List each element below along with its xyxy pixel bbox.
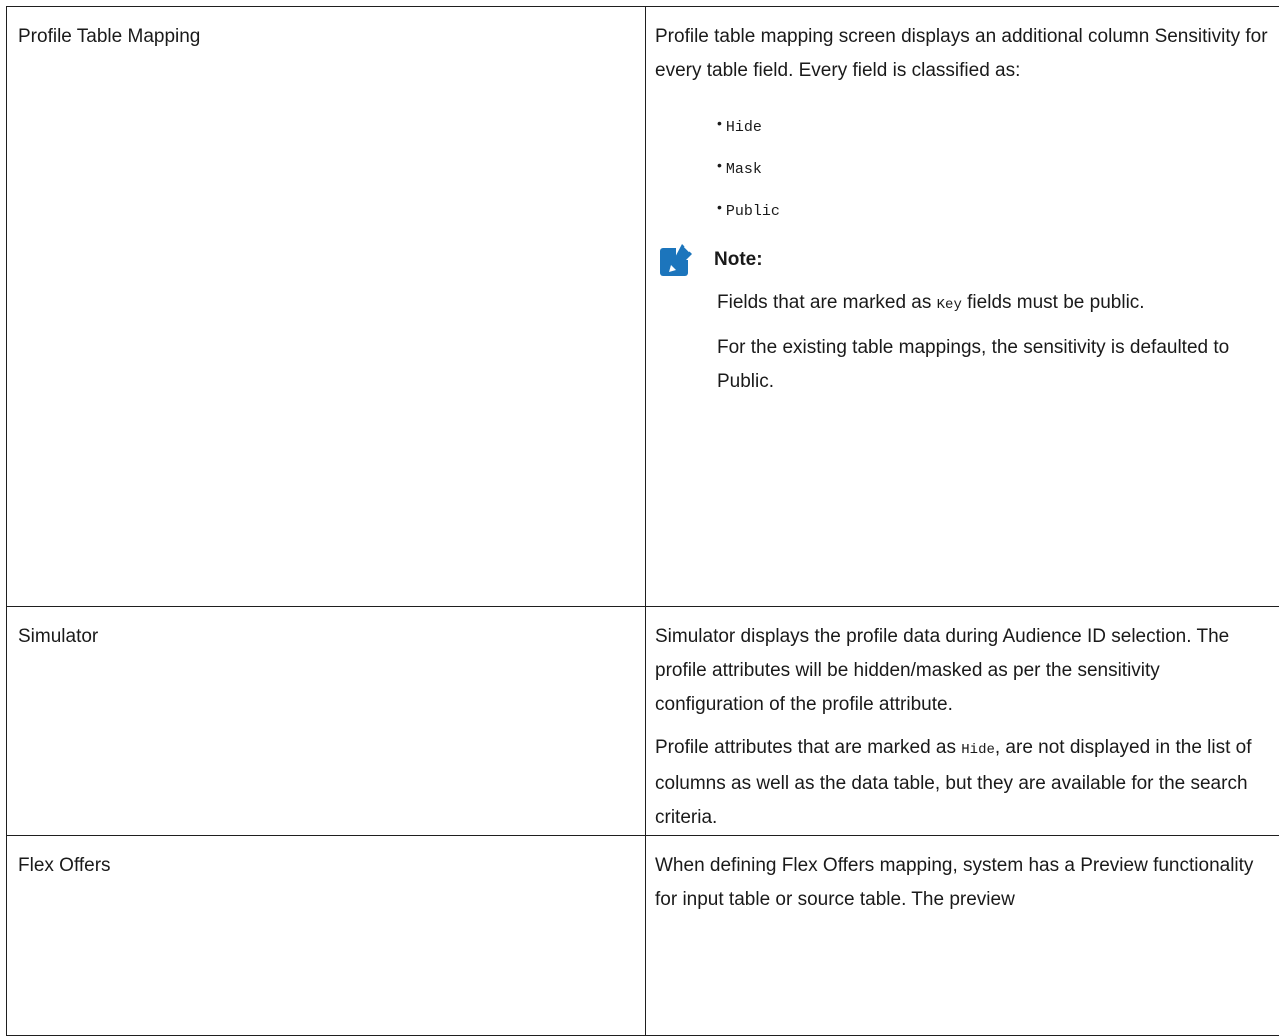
bullet-icon: •	[717, 157, 722, 173]
note-paragraph: For the existing table mappings, the sen…	[717, 331, 1273, 399]
note-callout: Note: Fields that are marked as Key fiel…	[655, 242, 1273, 424]
table-row: Flex Offers When defining Flex Offers ma…	[7, 836, 1279, 1036]
description-paragraph: Profile attributes that are marked as Hi…	[655, 731, 1273, 835]
feature-description-cell: Simulator displays the profile data duri…	[646, 607, 1279, 836]
feature-sensitivity-table: Profile Table Mapping Profile table mapp…	[6, 6, 1279, 1036]
list-item: •Mask	[717, 158, 1273, 180]
feature-name: Flex Offers	[7, 836, 645, 883]
feature-name-cell: Profile Table Mapping	[7, 7, 646, 607]
list-item: •Hide	[717, 116, 1273, 138]
description-paragraph: When defining Flex Offers mapping, syste…	[655, 849, 1273, 917]
inline-code: Hide	[961, 742, 995, 758]
list-item: •Public	[717, 200, 1273, 222]
sensitivity-options-list: •Hide •Mask •Public	[655, 116, 1273, 222]
feature-name-cell: Simulator	[7, 607, 646, 836]
inline-code: Key	[937, 297, 962, 313]
note-title: Note:	[714, 243, 763, 277]
description-paragraph: Simulator displays the profile data duri…	[655, 620, 1273, 722]
table-row: Simulator Simulator displays the profile…	[7, 607, 1279, 836]
feature-name: Profile Table Mapping	[7, 7, 645, 54]
table-row: Profile Table Mapping Profile table mapp…	[7, 7, 1279, 607]
pencil-note-icon	[658, 242, 694, 278]
feature-name: Simulator	[7, 607, 645, 654]
feature-name-cell: Flex Offers	[7, 836, 646, 1036]
bullet-icon: •	[717, 115, 722, 131]
note-paragraph: Fields that are marked as Key fields mus…	[717, 286, 1273, 322]
feature-description-cell: When defining Flex Offers mapping, syste…	[646, 836, 1279, 1036]
bullet-icon: •	[717, 199, 722, 215]
description-paragraph: Profile table mapping screen displays an…	[655, 20, 1273, 88]
feature-description-cell: Profile table mapping screen displays an…	[646, 7, 1279, 607]
